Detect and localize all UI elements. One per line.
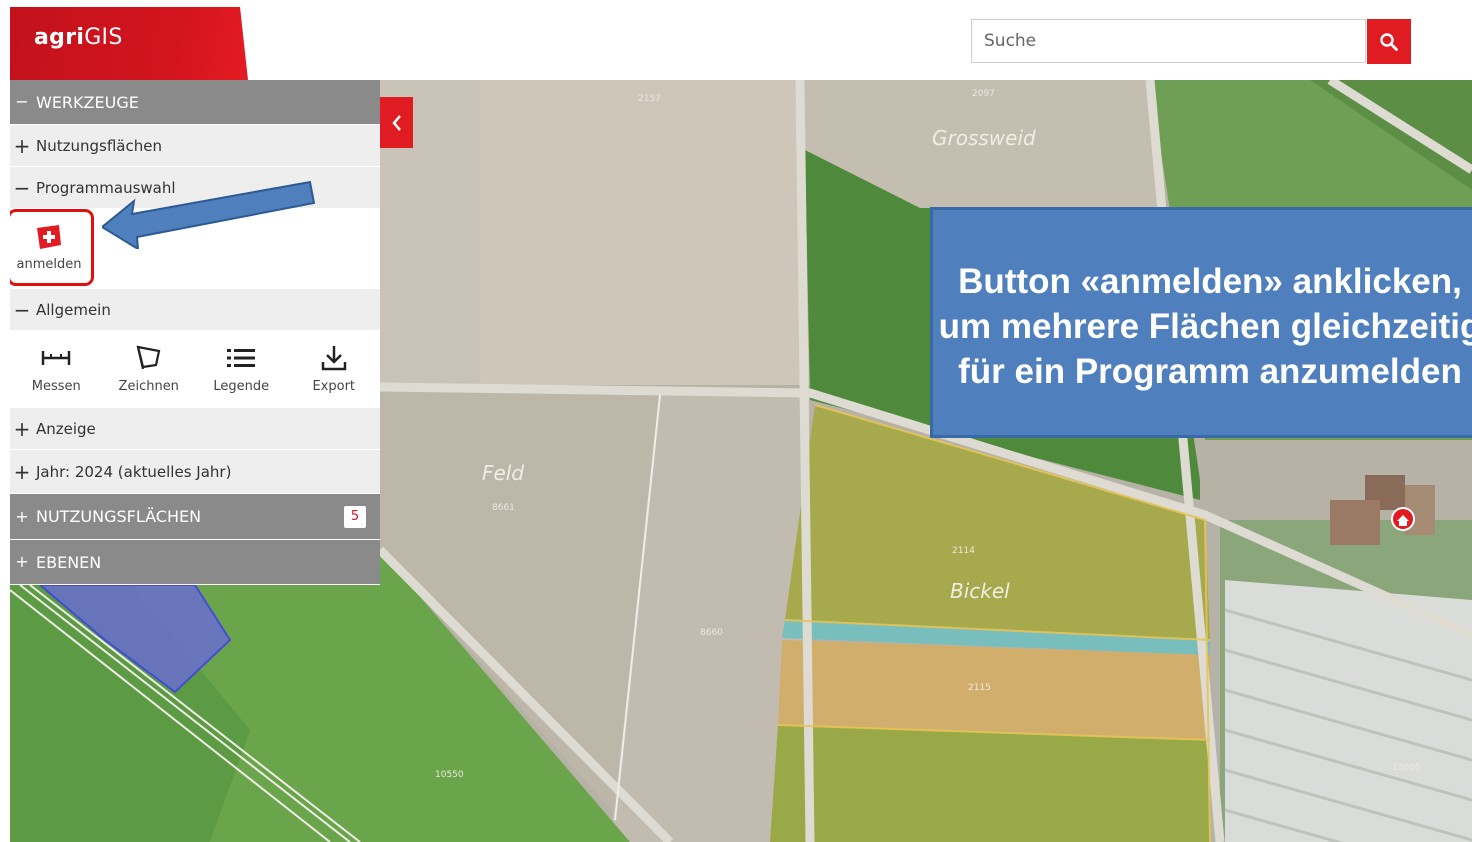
subsection-label: Anzeige [36, 419, 96, 438]
sidebar-panel: − WERKZEUGE + Nutzungsflächen − Programm… [10, 80, 380, 585]
messen-button[interactable]: Messen [10, 331, 103, 408]
highlight-box [10, 209, 94, 286]
section-label: EBENEN [36, 552, 102, 572]
brand-bold: agri [34, 25, 85, 50]
tool-label: Messen [31, 379, 81, 394]
tool-label: Export [312, 379, 356, 394]
legend-icon [227, 349, 256, 367]
subsection-anzeige[interactable]: + Anzeige [10, 408, 380, 450]
search-icon [1380, 32, 1398, 51]
collapse-sidebar-button[interactable] [380, 97, 413, 148]
expand-sign: + [15, 506, 29, 526]
agrigis-app: Grossweid Feld Bickel 2157 2097 8661 866… [10, 7, 1472, 842]
export-button[interactable]: Export [288, 331, 381, 408]
count-badge: 5 [344, 505, 366, 528]
brand-rest: GIS [84, 25, 123, 50]
parcel-number: 8660 [700, 628, 723, 638]
place-label-grossweid: Grossweid [932, 126, 1036, 150]
expand-sign: + [13, 459, 31, 484]
pointer-arrow-icon [102, 180, 316, 249]
parcel-number: 13005 [1392, 763, 1421, 773]
subsection-label: Allgemein [36, 300, 111, 319]
expand-sign: + [13, 416, 31, 441]
subsection-jahr[interactable]: + Jahr: 2024 (aktuelles Jahr) [10, 450, 380, 494]
field-bottom [770, 725, 1210, 842]
collapse-sign: − [15, 92, 29, 111]
zeichnen-button[interactable]: Zeichnen [103, 331, 196, 408]
section-werkzeuge[interactable]: − WERKZEUGE [10, 80, 380, 125]
expand-sign: + [13, 133, 31, 158]
section-ebenen[interactable]: + EBENEN [10, 540, 380, 585]
subsection-label: Nutzungsflächen [36, 136, 162, 155]
parcel-number: 2114 [952, 546, 975, 556]
export-icon [321, 346, 346, 371]
section-label: NUTZUNGSFLÄCHEN [36, 507, 202, 526]
tool-label: Legende [213, 379, 270, 394]
parcel-number: 10550 [435, 770, 464, 780]
parcel-number: 2115 [968, 683, 991, 693]
parcel-2115 [778, 640, 1210, 740]
parcel-number: 8661 [492, 503, 515, 513]
top-header: agriGIS [10, 7, 1472, 80]
collapse-sign: − [13, 175, 31, 200]
section-label: WERKZEUGE [36, 92, 139, 112]
callout-line: um mehrere Flächen gleichzeitig [938, 307, 1472, 346]
parcel-number: 2157 [638, 94, 661, 104]
home-marker-icon[interactable] [1391, 507, 1415, 531]
search-box [971, 19, 1366, 63]
agrigis-logo[interactable]: agriGIS [10, 7, 248, 80]
subsection-allgemein[interactable]: − Allgemein [10, 289, 380, 331]
callout-line: Button «anmelden» anklicken, [958, 262, 1462, 301]
subsection-nutzungsflaechen[interactable]: + Nutzungsflächen [10, 125, 380, 167]
search-input[interactable] [972, 20, 1365, 62]
collapse-sign: − [13, 297, 31, 322]
measure-icon [42, 351, 71, 365]
tool-label: Zeichnen [118, 379, 179, 394]
legende-button[interactable]: Legende [195, 331, 288, 408]
draw-icon [136, 345, 161, 370]
allgemein-tools: Messen Zeichnen Legende Export [10, 331, 380, 408]
callout-line: für ein Programm anzumelden [958, 352, 1462, 391]
instruction-callout: Button «anmelden» anklicken, um mehrere … [930, 207, 1472, 438]
place-label-bickel: Bickel [950, 579, 1010, 603]
search-button[interactable] [1367, 19, 1411, 64]
expand-sign: + [15, 552, 29, 571]
place-label-feld: Feld [482, 461, 524, 485]
section-nutzungsflaechen[interactable]: + NUTZUNGSFLÄCHEN 5 [10, 494, 380, 540]
parcel-2157b [480, 80, 810, 385]
subsection-label: Jahr: 2024 (aktuelles Jahr) [36, 462, 232, 481]
parcel-number: 2097 [972, 89, 995, 99]
chevron-left-icon [391, 114, 401, 131]
